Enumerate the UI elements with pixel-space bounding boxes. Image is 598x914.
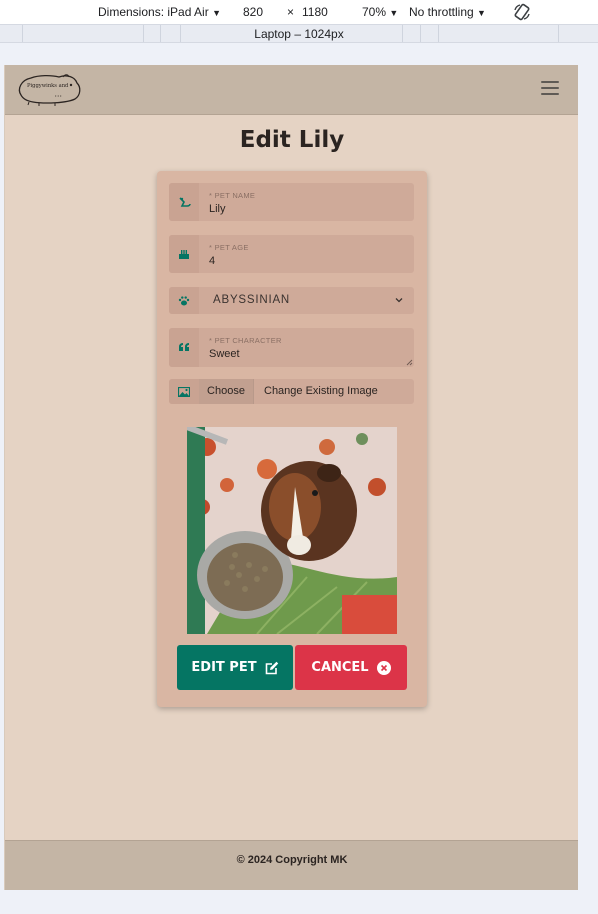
breed-selected-value: ABYSSINIAN <box>213 294 291 306</box>
cancel-label: CANCEL <box>311 660 369 675</box>
pet-name-label: * PET NAME <box>209 191 256 200</box>
resize-handle-icon[interactable] <box>406 359 413 366</box>
page-title: Edit Lily <box>239 127 345 153</box>
edit-pet-button[interactable]: EDIT PET <box>177 645 293 690</box>
pet-name-value[interactable]: Lily <box>209 203 226 215</box>
pet-name-field[interactable]: * PET NAME Lily <box>169 183 414 221</box>
footer: © 2024 Copyright MK <box>5 840 578 890</box>
hamburger-bar <box>541 81 559 83</box>
quote-icon <box>169 328 199 367</box>
image-icon <box>169 379 199 404</box>
pet-age-field[interactable]: * PET AGE 4 <box>169 235 414 273</box>
rotate-icon[interactable] <box>512 2 532 22</box>
times-symbol: × <box>287 5 295 19</box>
pet-character-label: * PET CHARACTER <box>209 336 282 345</box>
caret-down-icon: ▼ <box>212 8 221 18</box>
zoom-select[interactable]: 70% ▼ <box>362 5 398 19</box>
pet-photo-image <box>187 427 397 634</box>
chevron-down-icon <box>395 298 403 303</box>
birthday-cake-icon <box>169 235 199 273</box>
pet-age-label: * PET AGE <box>209 243 249 252</box>
zoom-label: 70% <box>362 5 387 19</box>
caret-down-icon: ▼ <box>389 8 399 18</box>
width-input[interactable]: 820 <box>243 5 263 19</box>
copyright-text: © 2024 Copyright MK <box>236 854 348 866</box>
breed-select[interactable]: ABYSSINIAN <box>169 287 414 314</box>
edit-icon <box>265 661 279 675</box>
paw-icon <box>169 287 199 314</box>
edit-pet-label: EDIT PET <box>191 660 257 675</box>
devtools-toolbar: Dimensions: iPad Air ▼ 820 × 1180 70% ▼ … <box>0 0 598 24</box>
close-circle-icon <box>376 660 391 675</box>
device-label: Dimensions: iPad Air <box>98 5 209 19</box>
svg-text:• • •: • • • <box>55 93 62 98</box>
edit-pet-form: * PET NAME Lily * PET AGE 4 ABYSSINIAN *… <box>157 171 427 707</box>
media-query-label: Laptop – 1024px <box>254 27 344 41</box>
choose-file-button[interactable]: Choose <box>199 379 254 404</box>
menu-toggle-button[interactable] <box>541 81 559 97</box>
image-upload-field[interactable]: Choose Change Existing Image <box>169 379 414 404</box>
caret-down-icon: ▼ <box>477 8 486 18</box>
pet-age-value[interactable]: 4 <box>209 255 215 267</box>
media-query-bar: Laptop – 1024px <box>0 24 598 43</box>
navbar: Piggywinks and • • • <box>5 65 578 115</box>
guinea-pig-logo[interactable]: Piggywinks and • • • <box>15 71 83 107</box>
device-select[interactable]: Dimensions: iPad Air ▼ <box>98 5 221 19</box>
throttling-select[interactable]: No throttling ▼ <box>409 5 486 19</box>
pet-character-value[interactable]: Sweet <box>209 348 240 360</box>
hamburger-bar <box>541 93 559 95</box>
height-input[interactable]: 1180 <box>302 5 328 19</box>
logo-text: Piggywinks and <box>27 83 69 89</box>
hamburger-bar <box>541 87 559 89</box>
throttling-label: No throttling <box>409 5 474 19</box>
cancel-button[interactable]: CANCEL <box>295 645 407 690</box>
guinea-pig-icon <box>169 183 199 221</box>
emulated-viewport: Piggywinks and • • • Edit Lily * PET NAM… <box>4 65 578 890</box>
file-name-text: Change Existing Image <box>264 385 378 397</box>
pet-character-field[interactable]: * PET CHARACTER Sweet <box>169 328 414 367</box>
